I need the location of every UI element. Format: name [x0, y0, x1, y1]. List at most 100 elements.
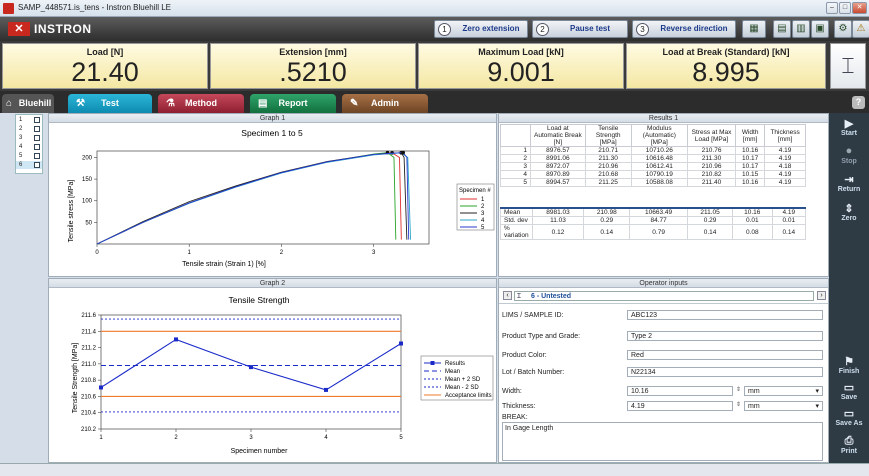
results-row[interactable]: 3 8972.07 210.96 10612.41 210.96 10.17 4.18 [500, 162, 806, 171]
lot-batch-number-input[interactable]: N22134 [627, 367, 823, 377]
meter-max-load[interactable]: Maximum Load [kN] 9.001 [418, 43, 624, 89]
specimen-checkbox[interactable] [34, 135, 40, 141]
graph2-header: Graph 2 [49, 279, 496, 288]
specimen-row[interactable]: 4 [16, 143, 42, 151]
save-button[interactable]: ▭ Save [829, 381, 869, 401]
chart-view-icon[interactable]: ▦ [742, 20, 766, 38]
graph1-chart[interactable]: Specimen 1 to 5 Tensile strain (Strain 1… [49, 123, 496, 277]
finish-flag-icon: ⚑ [844, 356, 854, 368]
maximize-button[interactable]: □ [839, 2, 851, 14]
zero-button[interactable]: ⇕ Zero [829, 202, 869, 222]
minimize-button[interactable]: – [826, 2, 838, 14]
lims-sample-id-input[interactable]: ABC123 [627, 310, 823, 320]
meter-load[interactable]: Load [N] 21.40 [2, 43, 208, 89]
graph1-title: Specimen 1 to 5 [241, 128, 303, 138]
frame-icon[interactable]: ▣ [811, 20, 829, 38]
graph2-chart[interactable]: Tensile Strength Specimen number Tensile… [49, 288, 496, 463]
fixture-icon[interactable]: ▥ [792, 20, 810, 38]
specimen-checkbox[interactable] [34, 117, 40, 123]
reverse-direction-button[interactable]: 3 Reverse direction [632, 20, 736, 38]
results-cell: 210.76 [686, 146, 737, 155]
break-textarea[interactable]: In Gage Length [502, 422, 823, 461]
thickness-input[interactable]: 4.19 [627, 401, 733, 411]
tab-bluehill[interactable]: ⌂ Bluehill [2, 94, 54, 113]
home-icon: ⌂ [6, 98, 13, 109]
graph1-panel: Graph 1 Specimen 1 to 5 Tensile strain (… [48, 113, 497, 277]
tab-admin[interactable]: ✎ Admin [342, 94, 428, 113]
specimen-row-selected[interactable]: 6 [16, 161, 42, 169]
graph2-result-point [174, 337, 178, 342]
thickness-spinner-icon[interactable]: ⇕ [734, 401, 743, 411]
specimen-checkbox[interactable] [34, 153, 40, 159]
width-spinner-icon[interactable]: ⇕ [734, 386, 743, 396]
results-column-header[interactable] [500, 124, 531, 147]
results-cell: 10.16 [735, 178, 766, 187]
warning-icon[interactable]: ⚠ [852, 20, 869, 38]
meter-extension[interactable]: Extension [mm] .5210 [210, 43, 416, 89]
results-cell: 10790.19 [630, 170, 688, 179]
results-row[interactable]: 2 8991.06 211.30 10616.48 211.30 10.17 4.19 [500, 154, 806, 163]
prev-specimen-button[interactable]: ‹ [503, 291, 512, 300]
specimen-row[interactable]: 3 [16, 134, 42, 142]
pause-test-button[interactable]: 2 Pause test [532, 20, 628, 38]
graph2-result-point [399, 341, 403, 346]
graph2-ytick-label: 210.2 [81, 427, 97, 433]
results-column-header[interactable]: Width [mm] [735, 124, 766, 147]
graph1-ytick-label: 100 [82, 199, 93, 205]
meter-load-at-break[interactable]: Load at Break (Standard) [kN] 8.995 [626, 43, 826, 89]
specimen-row[interactable]: 2 [16, 125, 42, 133]
help-button[interactable]: ? [852, 96, 865, 109]
results-column-header[interactable]: Thickness [mm] [764, 124, 806, 147]
results-cell: 1 [500, 146, 531, 155]
results-column-header[interactable]: Stress at Max Load [MPa] [686, 124, 737, 147]
tab-method[interactable]: ⚗ Method [158, 94, 244, 113]
results-row[interactable]: 5 8994.57 211.25 10588.08 211.40 10.16 4.19 [500, 178, 806, 187]
tab-bar: ⌂ Bluehill ⚒ Test ⚗ Method ▤ Report ✎ Ad… [0, 91, 869, 113]
results-column-header[interactable]: Modulus (Automatic) [MPa] [630, 124, 688, 147]
save-as-button[interactable]: ▭ Save As [829, 407, 869, 427]
return-button[interactable]: ⇥ Return [829, 173, 869, 193]
results-cell: 210.96 [584, 162, 632, 171]
next-specimen-button[interactable]: › [817, 291, 826, 300]
settings-icon[interactable]: ⚙ [834, 20, 852, 38]
thickness-unit-select[interactable]: mm ▾ [744, 401, 823, 411]
specimen-row[interactable]: 5 [16, 152, 42, 160]
stop-button[interactable]: ● Stop [829, 145, 869, 165]
specimen-selector[interactable]: 6 - Untested [514, 291, 814, 301]
finish-button[interactable]: ⚑ Finish [829, 355, 869, 375]
results-cell: 10612.41 [630, 162, 688, 171]
zero-extension-label: Zero extension [462, 24, 520, 33]
specimen-checkbox[interactable] [34, 126, 40, 132]
specimen-row[interactable]: 1 [16, 116, 42, 124]
frame-status-icon[interactable]: ⌶ [830, 43, 866, 89]
layout-icon[interactable]: ▤ [773, 20, 791, 38]
results-cell: 8972.07 [530, 162, 586, 171]
meter-load-at-break-value: 8.995 [692, 57, 760, 87]
tab-test[interactable]: ⚒ Test [68, 94, 152, 113]
print-button[interactable]: ⎙ Print [829, 435, 869, 455]
close-button[interactable]: ✕ [852, 2, 867, 14]
graph2-panel: Graph 2 Tensile Strength Specimen number… [48, 278, 497, 463]
width-label: Width: [502, 388, 522, 395]
start-button[interactable]: ▶ Start [829, 117, 869, 137]
tab-report[interactable]: ▤ Report [250, 94, 336, 113]
results-column-header[interactable]: Load at Automatic Break [N] [530, 124, 586, 147]
width-unit-select[interactable]: mm ▾ [744, 386, 823, 396]
specimen-checkbox[interactable] [34, 144, 40, 150]
results-cell: 10710.26 [630, 146, 688, 155]
product-type-input[interactable]: Type 2 [627, 331, 823, 341]
graph2-xtick-label: 3 [249, 435, 253, 441]
specimen-checkbox[interactable] [34, 162, 40, 168]
results-cell: 10.15 [735, 170, 766, 179]
statistics-row: Std. dev 11.03 0.29 84.77 0.29 0.01 0.01 [500, 216, 807, 225]
results-column-header[interactable]: Tensile Strength [MPa] [584, 124, 632, 147]
finish-label: Finish [838, 368, 860, 375]
width-input[interactable]: 10.16 [627, 386, 733, 396]
results-row[interactable]: 4 8970.89 210.68 10790.19 210.82 10.15 4.19 [500, 170, 806, 179]
meter-load-label: Load [N] [86, 47, 124, 57]
results-row[interactable]: 1 8976.57 210.71 10710.26 210.76 10.16 4.19 [500, 146, 806, 155]
results-cell: 4.18 [764, 162, 806, 171]
zero-extension-button[interactable]: 1 Zero extension [434, 20, 528, 38]
statistics-row: Mean 8981.03 210.98 10663.49 211.05 10.16 4.19 [500, 207, 807, 217]
product-color-input[interactable]: Red [627, 350, 823, 360]
